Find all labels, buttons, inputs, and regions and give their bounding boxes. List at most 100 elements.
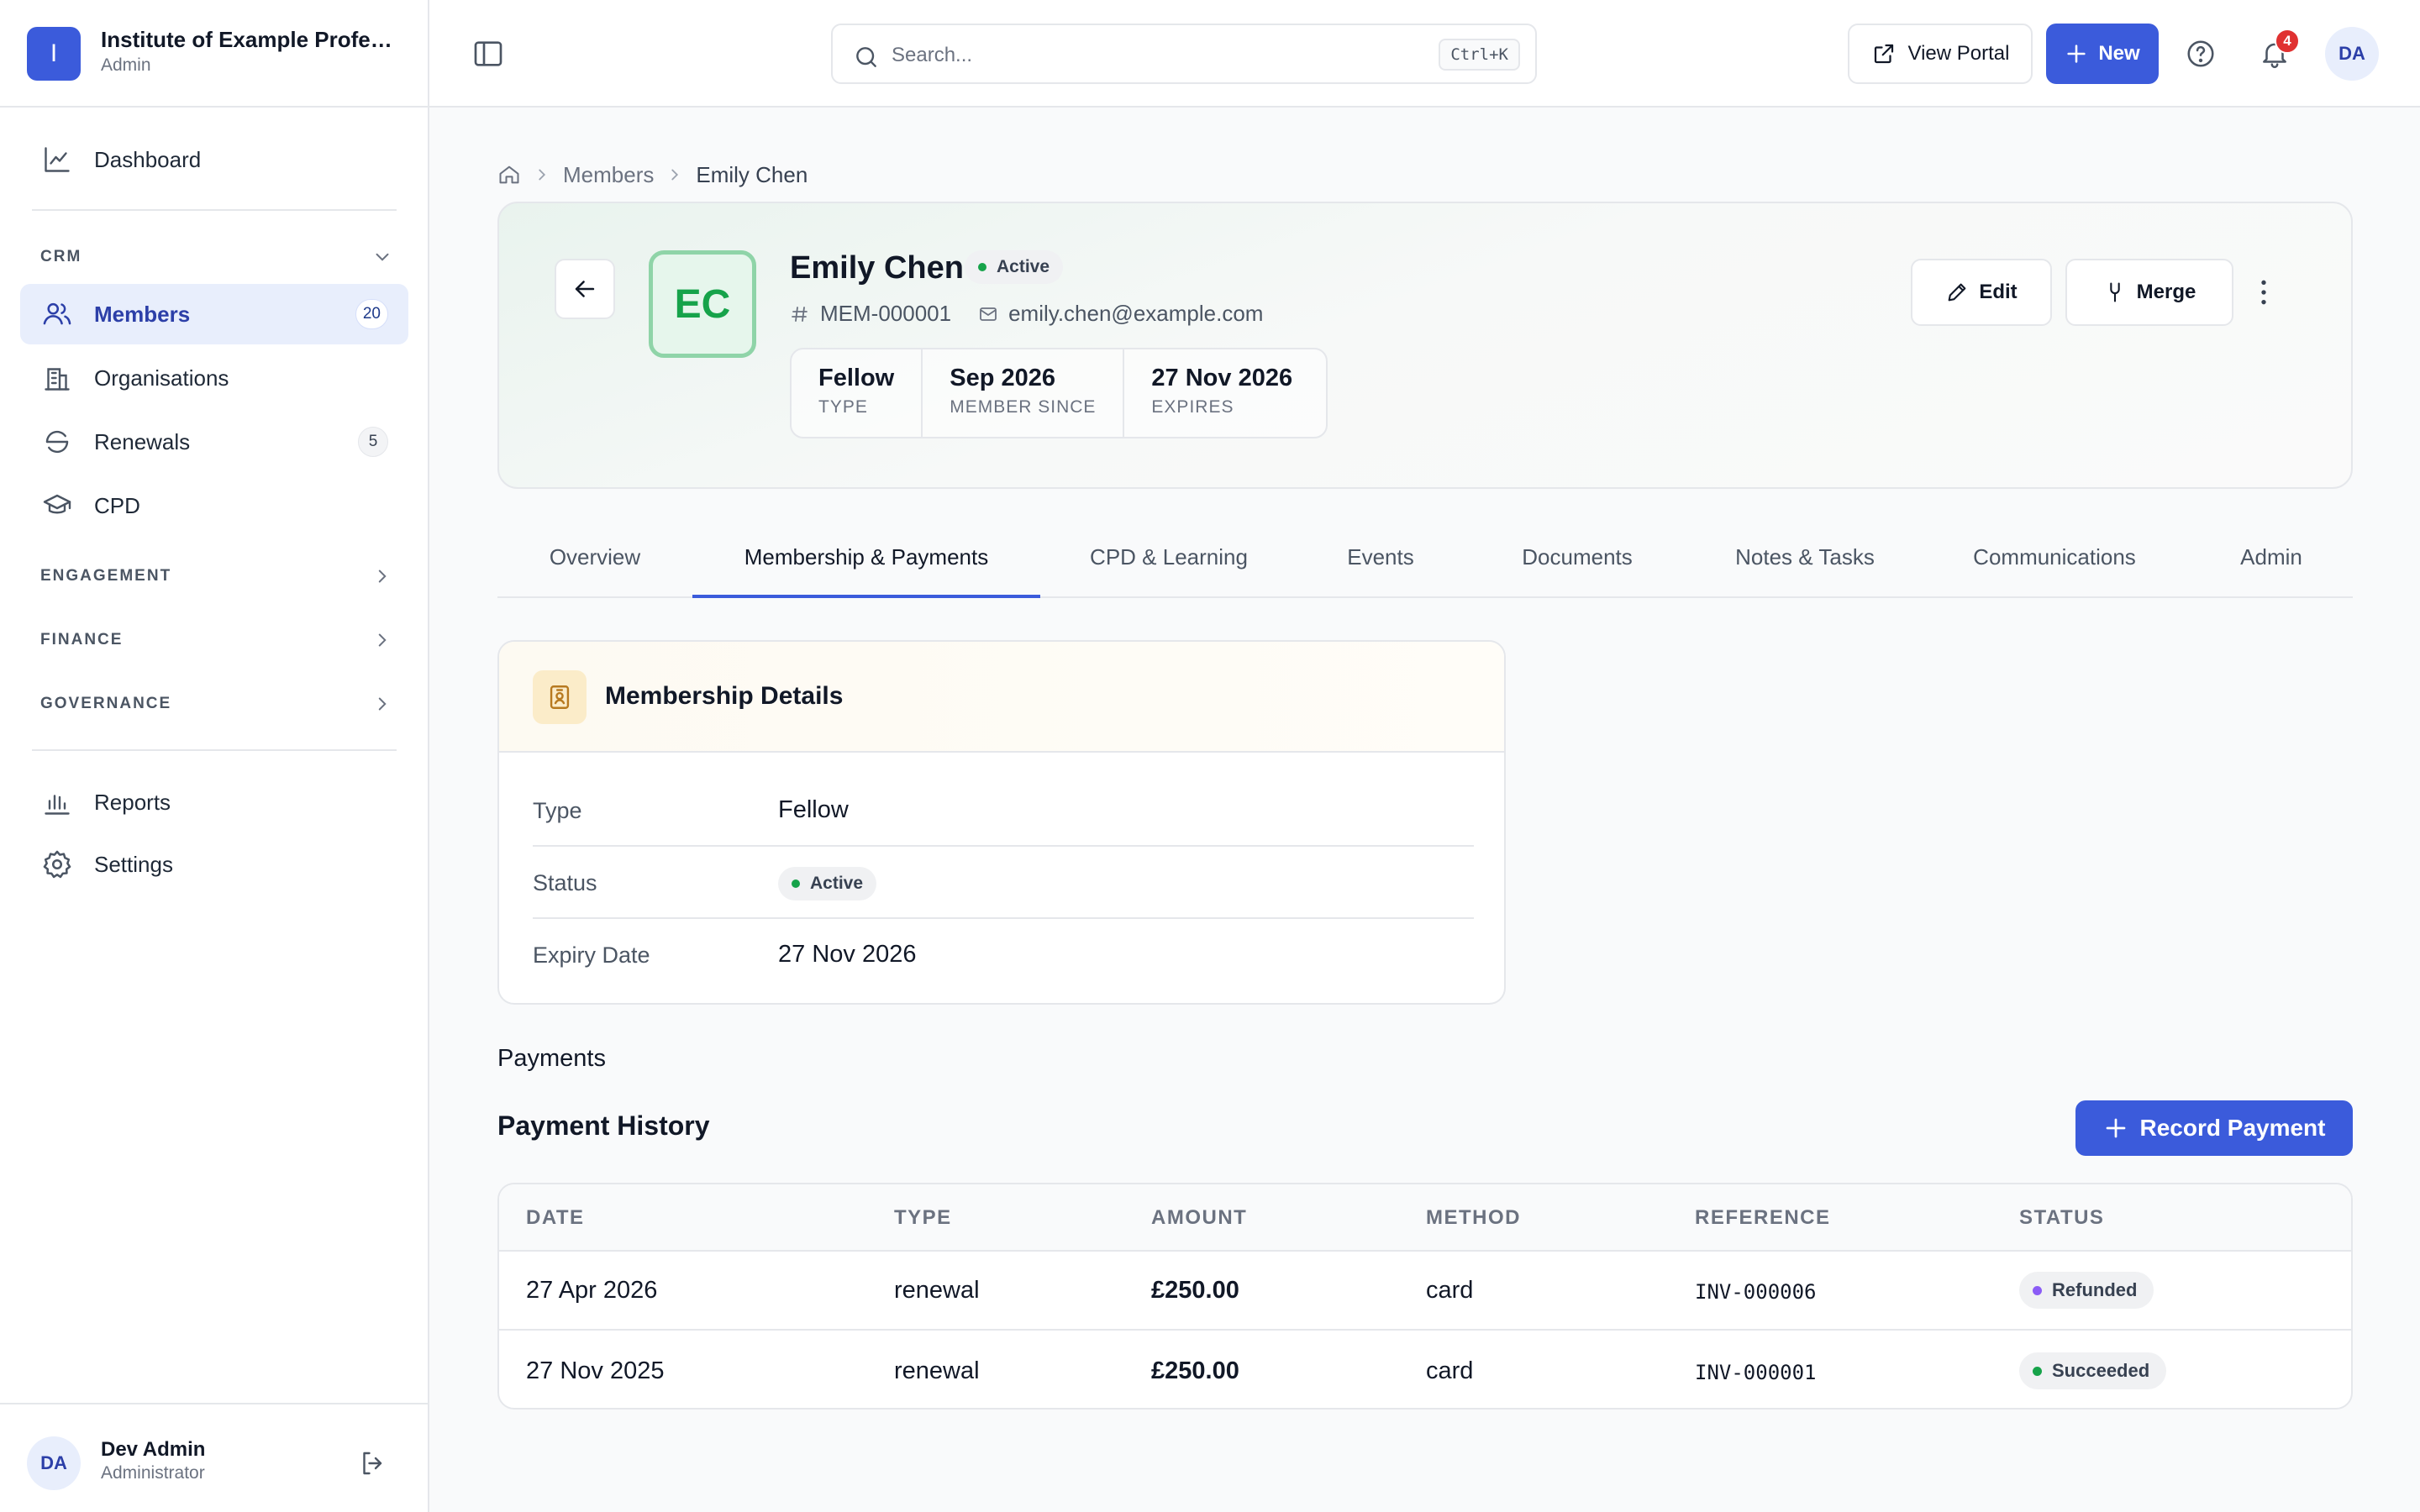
status-dot bbox=[792, 879, 800, 888]
sidebar: I Institute of Example Professi… Admin D… bbox=[0, 0, 429, 1512]
tab-events[interactable]: Events bbox=[1297, 544, 1464, 596]
member-avatar: EC bbox=[649, 250, 756, 358]
pencil-icon bbox=[1945, 281, 1969, 304]
avatar[interactable]: DA bbox=[2325, 27, 2379, 81]
tab-communications[interactable]: Communications bbox=[1919, 544, 2190, 596]
record-payment-button[interactable]: Record Payment bbox=[2075, 1100, 2353, 1156]
status-badge: Succeeded bbox=[2019, 1352, 2167, 1389]
members-count-badge: 20 bbox=[355, 299, 388, 329]
help-icon[interactable] bbox=[2181, 34, 2221, 74]
payment-history-title: Payment History bbox=[497, 1110, 710, 1141]
sidebar-item-settings[interactable]: Settings bbox=[20, 834, 408, 895]
renewals-count-badge: 5 bbox=[358, 427, 388, 457]
member-id: MEM-000001 bbox=[790, 301, 951, 327]
payments-section-label: Payments bbox=[497, 1045, 606, 1072]
sidebar-divider bbox=[32, 209, 397, 211]
sidebar-item-reports[interactable]: Reports bbox=[20, 772, 408, 832]
more-vertical-icon[interactable] bbox=[2247, 276, 2281, 309]
org-switcher[interactable]: I Institute of Example Professi… Admin bbox=[0, 0, 428, 108]
tab-membership-payments[interactable]: Membership & Payments bbox=[692, 544, 1040, 598]
users-icon bbox=[40, 297, 74, 331]
merge-button[interactable]: Merge bbox=[2065, 259, 2233, 326]
column-header-reference[interactable]: REFERENCE bbox=[1695, 1206, 1831, 1230]
column-header-date[interactable]: DATE bbox=[526, 1206, 585, 1230]
section-engagement[interactable]: ENGAGEMENT bbox=[40, 559, 393, 593]
graduation-cap-icon bbox=[40, 489, 74, 522]
logout-icon[interactable] bbox=[358, 1448, 388, 1478]
tab-cpd-learning[interactable]: CPD & Learning bbox=[1040, 544, 1297, 596]
record-payment-label: Record Payment bbox=[2139, 1115, 2326, 1141]
status-badge: Active bbox=[965, 250, 1064, 284]
payment-history-table: DATE TYPE AMOUNT METHOD REFERENCE STATUS… bbox=[497, 1183, 2353, 1410]
column-header-status[interactable]: STATUS bbox=[2019, 1206, 2104, 1230]
hash-icon bbox=[790, 304, 820, 324]
merge-icon bbox=[2103, 281, 2127, 304]
detail-label: Expiry Date bbox=[533, 942, 650, 968]
sidebar-item-label: Dashboard bbox=[94, 146, 202, 172]
external-link-icon bbox=[1871, 41, 1897, 66]
home-icon[interactable] bbox=[497, 163, 521, 186]
avatar[interactable]: DA bbox=[27, 1436, 81, 1490]
section-label: ENGAGEMENT bbox=[40, 567, 172, 585]
cell-type: renewal bbox=[894, 1357, 980, 1384]
sidebar-item-cpd[interactable]: CPD bbox=[20, 475, 408, 536]
section-governance[interactable]: GOVERNANCE bbox=[40, 687, 393, 721]
edit-button[interactable]: Edit bbox=[1911, 259, 2052, 326]
member-meta: MEM-000001 emily.chen@example.com bbox=[790, 301, 1290, 327]
section-label: CRM bbox=[40, 248, 82, 265]
column-header-method[interactable]: METHOD bbox=[1426, 1206, 1521, 1230]
cell-amount: £250.00 bbox=[1151, 1357, 1239, 1384]
back-button[interactable] bbox=[555, 259, 615, 319]
stat-value: 27 Nov 2026 bbox=[1151, 365, 1293, 391]
status-label: Active bbox=[810, 874, 864, 893]
detail-label: Status bbox=[533, 870, 597, 895]
tab-admin[interactable]: Admin bbox=[2190, 544, 2353, 596]
table-row[interactable]: 27 Apr 2026 renewal £250.00 card INV-000… bbox=[499, 1252, 2351, 1331]
column-header-type[interactable]: TYPE bbox=[894, 1206, 952, 1230]
plus-icon bbox=[2103, 1116, 2128, 1141]
chevron-down-icon bbox=[371, 246, 393, 268]
section-crm[interactable]: CRM bbox=[40, 240, 393, 274]
view-portal-button[interactable]: View Portal bbox=[1848, 24, 2033, 84]
sidebar-item-label: Renewals bbox=[94, 428, 191, 454]
section-finance[interactable]: FINANCE bbox=[40, 623, 393, 657]
gear-icon bbox=[40, 848, 74, 881]
sidebar-item-members[interactable]: Members 20 bbox=[20, 284, 408, 344]
section-label: FINANCE bbox=[40, 631, 124, 648]
detail-value: 27 Nov 2026 bbox=[778, 941, 917, 968]
org-logo: I bbox=[27, 27, 81, 81]
table-row[interactable]: 27 Nov 2025 renewal £250.00 card INV-000… bbox=[499, 1332, 2351, 1408]
tab-overview[interactable]: Overview bbox=[497, 544, 692, 596]
sidebar-item-dashboard[interactable]: Dashboard bbox=[20, 129, 408, 190]
column-header-amount[interactable]: AMOUNT bbox=[1151, 1206, 1247, 1230]
member-email-value[interactable]: emily.chen@example.com bbox=[1008, 301, 1263, 327]
tab-notes-tasks[interactable]: Notes & Tasks bbox=[1691, 544, 1919, 596]
sidebar-toggle-icon[interactable] bbox=[471, 37, 505, 71]
search-input[interactable]: Search... Ctrl+K bbox=[831, 24, 1537, 84]
cell-method: card bbox=[1426, 1277, 1474, 1304]
refresh-icon bbox=[40, 425, 74, 459]
card-header: Membership Details bbox=[499, 642, 1504, 753]
status-dot bbox=[2033, 1285, 2042, 1295]
breadcrumb-members-link[interactable]: Members bbox=[563, 162, 654, 188]
chevron-right-icon bbox=[666, 165, 684, 184]
member-email: emily.chen@example.com bbox=[978, 301, 1263, 327]
cell-reference: INV-000006 bbox=[1695, 1280, 1817, 1304]
new-button[interactable]: New bbox=[2046, 24, 2159, 84]
building-icon bbox=[40, 361, 74, 395]
chevron-right-icon bbox=[371, 629, 393, 651]
notification-badge: 4 bbox=[2275, 29, 2300, 54]
sidebar-item-organisations[interactable]: Organisations bbox=[20, 348, 408, 408]
member-stats: Fellow TYPE Sep 2026 MEMBER SINCE 27 Nov… bbox=[790, 348, 1328, 438]
breadcrumb-current: Emily Chen bbox=[696, 161, 808, 187]
sidebar-item-renewals[interactable]: Renewals 5 bbox=[20, 412, 408, 472]
search-icon bbox=[853, 44, 880, 71]
cell-type: renewal bbox=[894, 1277, 980, 1304]
chart-line-icon bbox=[40, 143, 74, 176]
keyboard-shortcut: Ctrl+K bbox=[1439, 39, 1520, 71]
chevron-right-icon bbox=[371, 565, 393, 587]
tab-documents[interactable]: Documents bbox=[1464, 544, 1691, 596]
sidebar-item-label: Settings bbox=[94, 851, 173, 877]
status-dot bbox=[978, 263, 986, 271]
stat-value: Sep 2026 bbox=[950, 365, 1055, 391]
